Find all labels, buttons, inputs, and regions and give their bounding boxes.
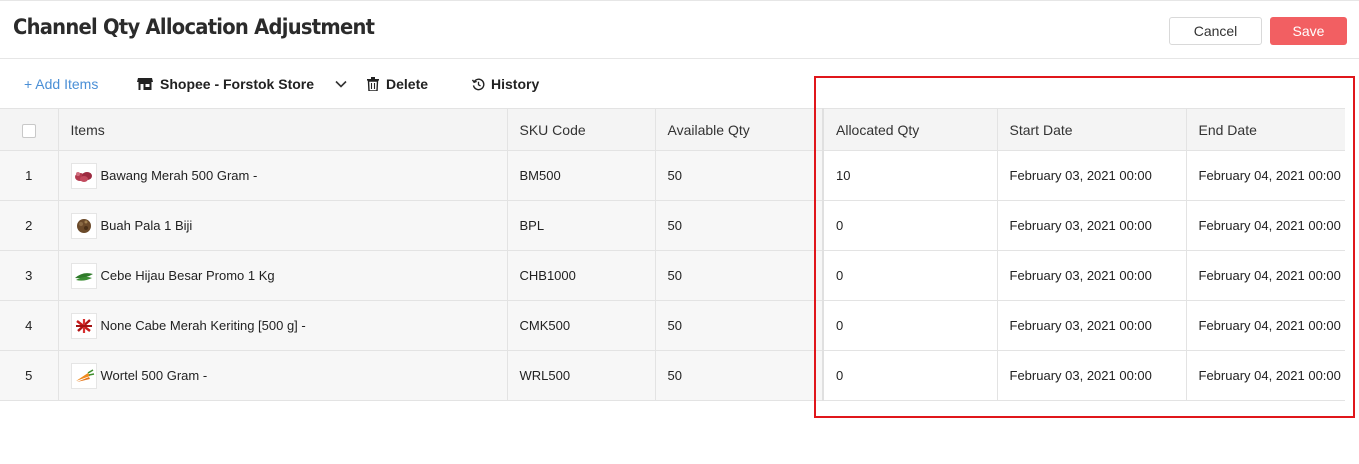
table-row: 3 Cebe Hijau Besar Promo 1 Kg CHB1000 50…: [0, 250, 1345, 301]
start-date-picker[interactable]: February 03, 2021 00:00: [997, 250, 1187, 301]
carrot-icon: [70, 362, 97, 389]
row-number: 2: [0, 200, 59, 251]
item-name: Bawang Merah 500 Gram -: [100, 168, 258, 183]
delete-label: Delete: [386, 76, 429, 92]
add-items-button[interactable]: + Add Items: [24, 76, 98, 92]
store-icon: [137, 77, 153, 91]
available-qty-cell: 50: [655, 200, 824, 251]
delete-button[interactable]: Delete: [367, 76, 428, 92]
sku-cell: BM500: [507, 150, 656, 201]
available-qty-cell: 50: [655, 350, 824, 401]
row-number: 3: [0, 250, 59, 301]
item-cell: Wortel 500 Gram -: [58, 350, 508, 401]
row-number: 1: [0, 150, 59, 201]
select-all-checkbox[interactable]: [21, 123, 36, 138]
column-header-items: Items: [58, 108, 508, 151]
cancel-button[interactable]: Cancel: [1169, 17, 1262, 45]
column-header-sku: SKU Code: [507, 108, 656, 151]
column-header-allocated-qty: Allocated Qty: [822, 108, 998, 151]
toolbar: + Add Items Shopee - Forstok Store Delet…: [0, 60, 1359, 108]
allocated-qty-input[interactable]: 0: [822, 350, 998, 401]
end-date-picker[interactable]: February 04, 2021 00:00: [1186, 150, 1345, 201]
add-items-label: + Add Items: [24, 76, 99, 92]
history-icon: [472, 78, 485, 91]
page-title: Channel Qty Allocation Adjustment: [13, 15, 375, 39]
green-chili-icon: [70, 262, 97, 289]
row-number: 5: [0, 350, 59, 401]
store-label: Shopee - Forstok Store: [160, 76, 315, 92]
end-date-picker[interactable]: February 04, 2021 00:00: [1186, 350, 1345, 401]
start-date-picker[interactable]: February 03, 2021 00:00: [997, 300, 1187, 351]
item-name: None Cabe Merah Keriting [500 g] -: [100, 318, 306, 333]
sku-cell: CMK500: [507, 300, 656, 351]
allocated-qty-input[interactable]: 0: [822, 250, 998, 301]
chevron-down-icon: [335, 80, 347, 88]
end-date-picker[interactable]: February 04, 2021 00:00: [1186, 300, 1345, 351]
page-header: Channel Qty Allocation Adjustment Cancel…: [0, 1, 1359, 59]
end-date-picker[interactable]: February 04, 2021 00:00: [1186, 200, 1345, 251]
table-header-row: Items SKU Code Available Qty Allocated Q…: [0, 108, 1345, 151]
table-row: 4 None Cabe Merah Keriting [500 g] - CMK…: [0, 300, 1345, 351]
save-button[interactable]: Save: [1270, 17, 1347, 45]
table-row: 1 Bawang Merah 500 Gram - BM500 50 10 Fe…: [0, 150, 1345, 201]
item-name: Wortel 500 Gram -: [100, 368, 208, 383]
allocated-qty-input[interactable]: 0: [822, 200, 998, 251]
start-date-picker[interactable]: February 03, 2021 00:00: [997, 200, 1187, 251]
allocation-table: Items SKU Code Available Qty Allocated Q…: [0, 108, 1345, 401]
item-cell: Cebe Hijau Besar Promo 1 Kg: [58, 250, 508, 301]
nutmeg-icon: [70, 212, 97, 239]
column-header-start-date: Start Date: [997, 108, 1187, 151]
history-label: History: [491, 76, 540, 92]
end-date-picker[interactable]: February 04, 2021 00:00: [1186, 250, 1345, 301]
available-qty-cell: 50: [655, 150, 824, 201]
history-button[interactable]: History: [472, 76, 539, 92]
table-row: 2 Buah Pala 1 Biji BPL 50 0 February 03,…: [0, 200, 1345, 251]
available-qty-cell: 50: [655, 300, 824, 351]
table-row: 5 Wortel 500 Gram - WRL500 50 0 February: [0, 350, 1345, 401]
available-qty-cell: 50: [655, 250, 824, 301]
column-header-available-qty: Available Qty: [655, 108, 824, 151]
sku-cell: CHB1000: [507, 250, 656, 301]
start-date-picker[interactable]: February 03, 2021 00:00: [997, 150, 1187, 201]
item-cell: Buah Pala 1 Biji: [58, 200, 508, 251]
select-all-cell: [0, 108, 59, 151]
sku-cell: WRL500: [507, 350, 656, 401]
sku-cell: BPL: [507, 200, 656, 251]
allocated-qty-input[interactable]: 10: [822, 150, 998, 201]
item-name: Buah Pala 1 Biji: [100, 218, 193, 233]
allocated-qty-input[interactable]: 0: [822, 300, 998, 351]
trash-icon: [367, 77, 379, 91]
red-chili-icon: [70, 312, 97, 339]
store-selector[interactable]: Shopee - Forstok Store: [137, 76, 347, 92]
start-date-picker[interactable]: February 03, 2021 00:00: [997, 350, 1187, 401]
item-cell: Bawang Merah 500 Gram -: [58, 150, 508, 201]
item-name: Cebe Hijau Besar Promo 1 Kg: [100, 268, 275, 283]
row-number: 4: [0, 300, 59, 351]
shallot-icon: [70, 162, 97, 189]
item-cell: None Cabe Merah Keriting [500 g] -: [58, 300, 508, 351]
column-header-end-date: End Date: [1186, 108, 1345, 151]
